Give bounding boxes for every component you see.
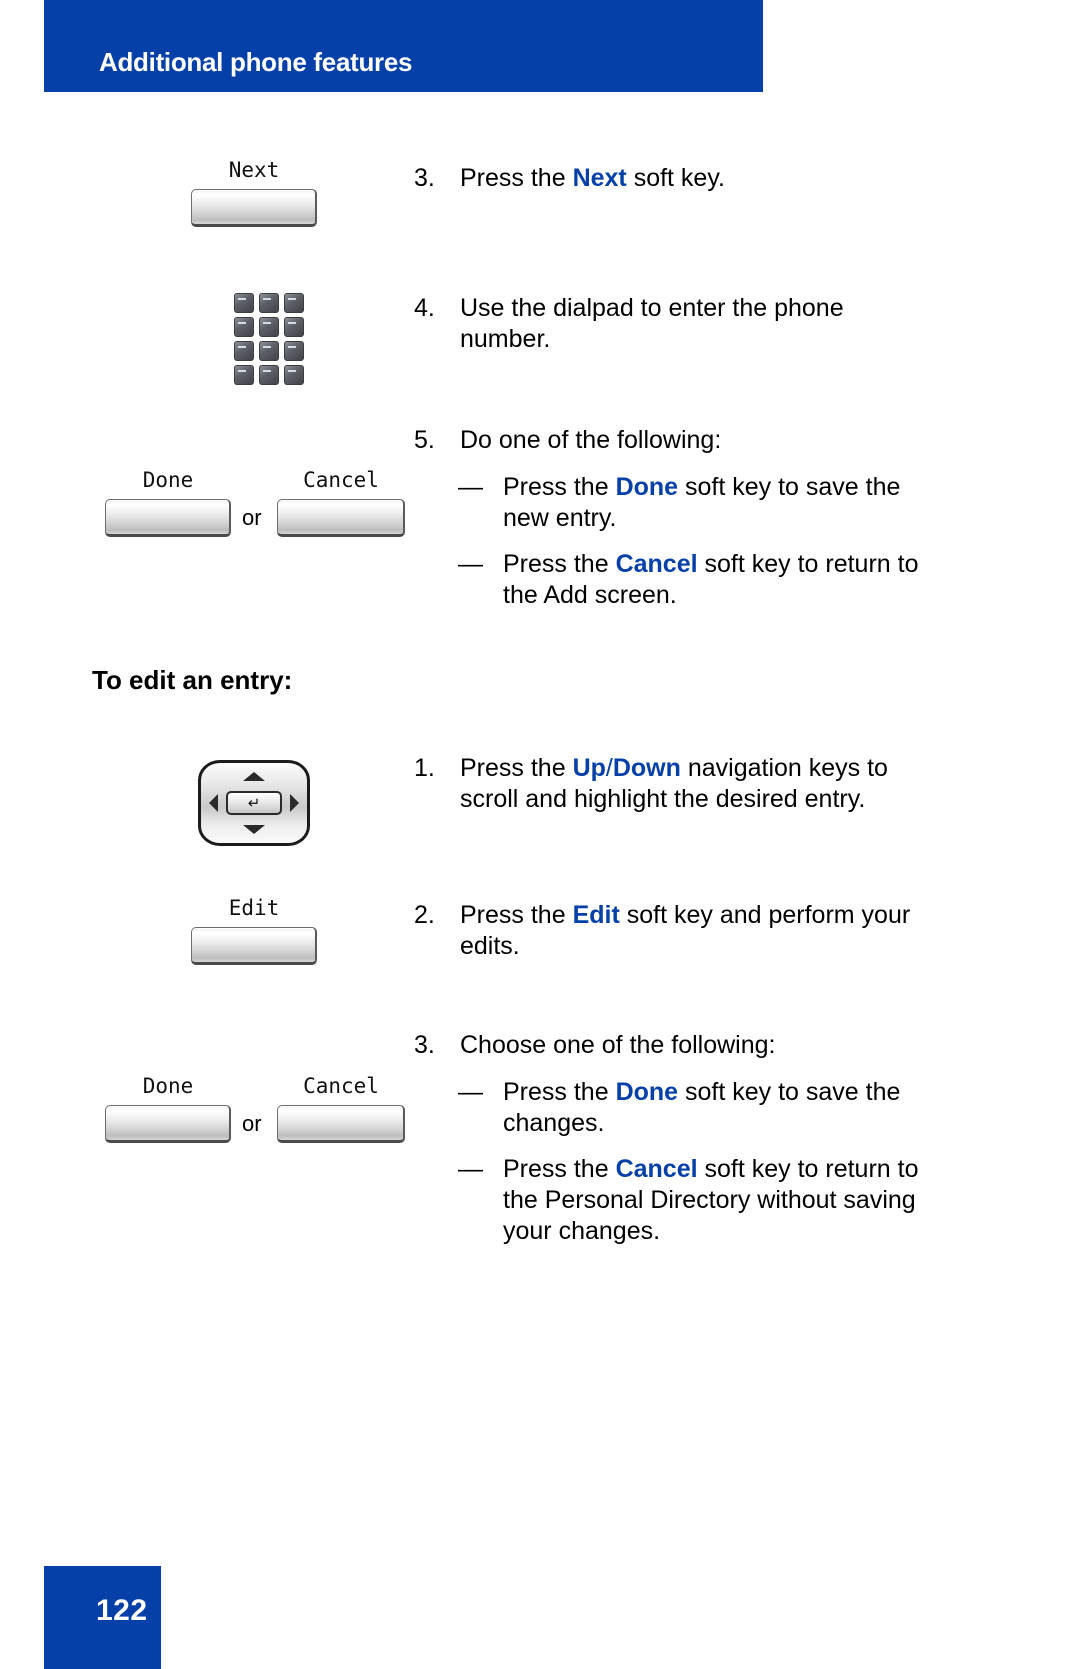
step-text: Do one of the following: <box>460 426 722 454</box>
dialpad-graphic <box>234 293 304 385</box>
step-add-5: 5. Do one of the following: <box>414 425 721 456</box>
substep-dash: — <box>458 550 483 578</box>
cancel-softkey-graphic-edit: Cancel <box>277 1076 405 1143</box>
page-number-block: 122 <box>44 1566 161 1669</box>
nav-up-icon <box>243 772 265 781</box>
page-header-banner: Additional phone features <box>44 0 763 92</box>
page-title: Additional phone features <box>99 47 413 77</box>
substep-text: Press the Cancel soft key to return to t… <box>503 1154 933 1247</box>
substep-dash: — <box>458 473 483 501</box>
step-text-prefix: Press the <box>460 164 573 192</box>
cancel-softkey-label: Cancel <box>303 1074 379 1098</box>
substep-add-done: — Press the Done soft key to save the ne… <box>458 472 933 534</box>
done-softkey-button <box>105 1105 231 1143</box>
substep-keyword-done: Done <box>615 473 679 501</box>
step-number: 1. <box>414 754 435 782</box>
dialpad-key <box>284 365 304 385</box>
step-edit-3: 3. Choose one of the following: <box>414 1030 776 1061</box>
substep-text: Press the Done soft key to save the new … <box>503 472 933 534</box>
nav-right-icon <box>290 794 299 812</box>
navigation-keys-graphic: ↵ <box>198 760 310 846</box>
or-separator-edit: or <box>242 1111 262 1136</box>
done-softkey-button <box>105 499 231 537</box>
step-add-3: 3. Press the Next soft key. <box>414 163 725 194</box>
substep-edit-done: — Press the Done soft key to save the ch… <box>458 1077 933 1139</box>
substep-edit-cancel: — Press the Cancel soft key to return to… <box>458 1154 933 1247</box>
next-softkey-button <box>191 189 317 227</box>
substep-dash: — <box>458 1078 483 1106</box>
step-text: Press the Up/Down navigation keys to scr… <box>460 753 930 815</box>
step-text: Press the Edit soft key and perform your… <box>460 900 930 962</box>
dialpad-key <box>284 293 304 313</box>
substep-text: Press the Done soft key to save the chan… <box>503 1077 933 1139</box>
step-add-4: 4. Use the dialpad to enter the phone nu… <box>414 293 930 355</box>
dialpad-key <box>259 365 279 385</box>
substep-keyword-cancel: Cancel <box>615 1155 698 1183</box>
step-number: 5. <box>414 426 435 454</box>
nav-enter-icon: ↵ <box>226 791 282 815</box>
cancel-softkey-label: Cancel <box>303 468 379 492</box>
substep-add-cancel: — Press the Cancel soft key to return to… <box>458 549 933 611</box>
step-text: Choose one of the following: <box>460 1031 776 1059</box>
cancel-softkey-button <box>277 1105 405 1143</box>
dialpad-key <box>234 293 254 313</box>
section-heading-edit-entry: To edit an entry: <box>92 665 293 695</box>
dialpad-key <box>259 293 279 313</box>
dialpad-key <box>234 341 254 361</box>
substep-text-prefix: Press the <box>503 473 616 501</box>
dialpad-key <box>284 341 304 361</box>
edit-softkey-label: Edit <box>228 896 280 920</box>
dialpad-key <box>234 365 254 385</box>
cancel-softkey-graphic-add: Cancel <box>277 470 405 537</box>
step-text-prefix: Press the <box>460 754 573 782</box>
page-number: 122 <box>96 1594 148 1627</box>
done-softkey-label: Done <box>142 1074 194 1098</box>
edit-softkey-graphic: Edit <box>191 898 317 965</box>
substep-keyword-done: Done <box>615 1078 679 1106</box>
step-edit-1: 1. Press the Up/Down navigation keys to … <box>414 753 930 815</box>
step-text: Use the dialpad to enter the phone numbe… <box>460 294 844 353</box>
next-softkey-label: Next <box>228 158 280 182</box>
step-text-suffix: soft key. <box>626 164 725 192</box>
step-number: 3. <box>414 164 435 192</box>
next-softkey-graphic: Next <box>191 160 317 227</box>
dialpad-key <box>259 317 279 337</box>
cancel-softkey-button <box>277 499 405 537</box>
step-keyword-separator: / <box>605 754 613 782</box>
step-keyword-up: Up <box>572 754 606 782</box>
substep-text: Press the Cancel soft key to return to t… <box>503 549 933 611</box>
step-number: 4. <box>414 294 435 322</box>
dialpad-key <box>284 317 304 337</box>
dialpad-key <box>259 341 279 361</box>
done-softkey-graphic-edit: Done <box>105 1076 231 1143</box>
step-keyword-down: Down <box>612 754 681 782</box>
substep-text-prefix: Press the <box>503 1078 616 1106</box>
done-softkey-graphic-add: Done <box>105 470 231 537</box>
step-text: Press the Next soft key. <box>460 163 725 194</box>
nav-left-icon <box>209 794 218 812</box>
substep-dash: — <box>458 1155 483 1183</box>
step-edit-2: 2. Press the Edit soft key and perform y… <box>414 900 930 962</box>
nav-down-icon <box>243 825 265 834</box>
substep-text-prefix: Press the <box>503 550 616 578</box>
substep-keyword-cancel: Cancel <box>615 550 698 578</box>
step-number: 2. <box>414 901 435 929</box>
step-keyword-next: Next <box>572 164 627 192</box>
edit-softkey-button <box>191 927 317 965</box>
dialpad-key <box>234 317 254 337</box>
substep-text-prefix: Press the <box>503 1155 616 1183</box>
done-softkey-label: Done <box>142 468 194 492</box>
step-number: 3. <box>414 1031 435 1059</box>
step-text-prefix: Press the <box>460 901 573 929</box>
or-separator-add: or <box>242 505 262 530</box>
step-keyword-edit: Edit <box>572 901 620 929</box>
